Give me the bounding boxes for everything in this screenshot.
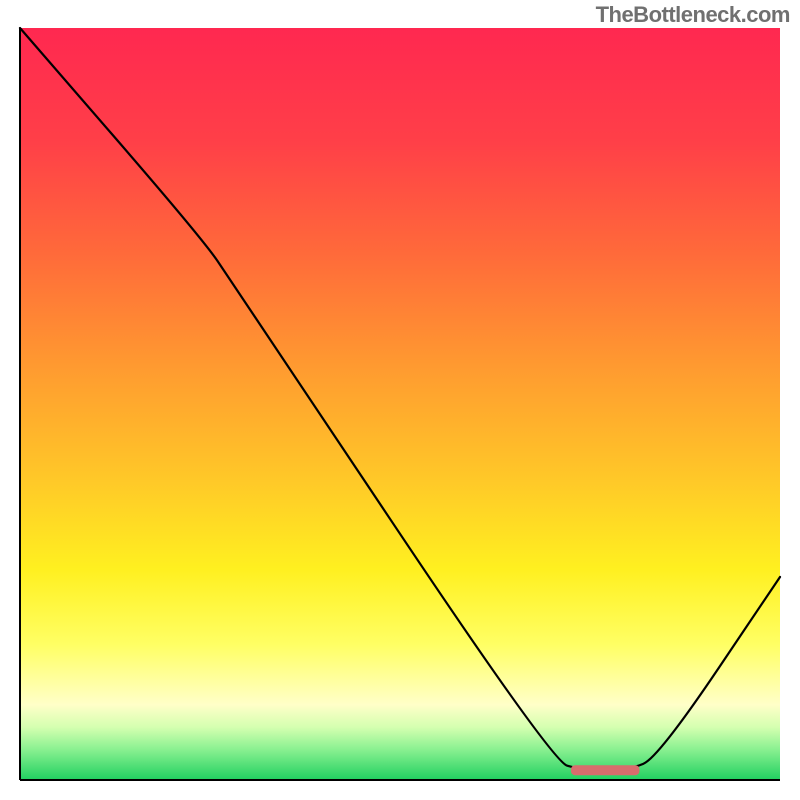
gradient-background [20,28,780,780]
optimal-marker [571,765,639,775]
bottleneck-chart [0,0,800,800]
watermark-text: TheBottleneck.com [596,2,790,28]
